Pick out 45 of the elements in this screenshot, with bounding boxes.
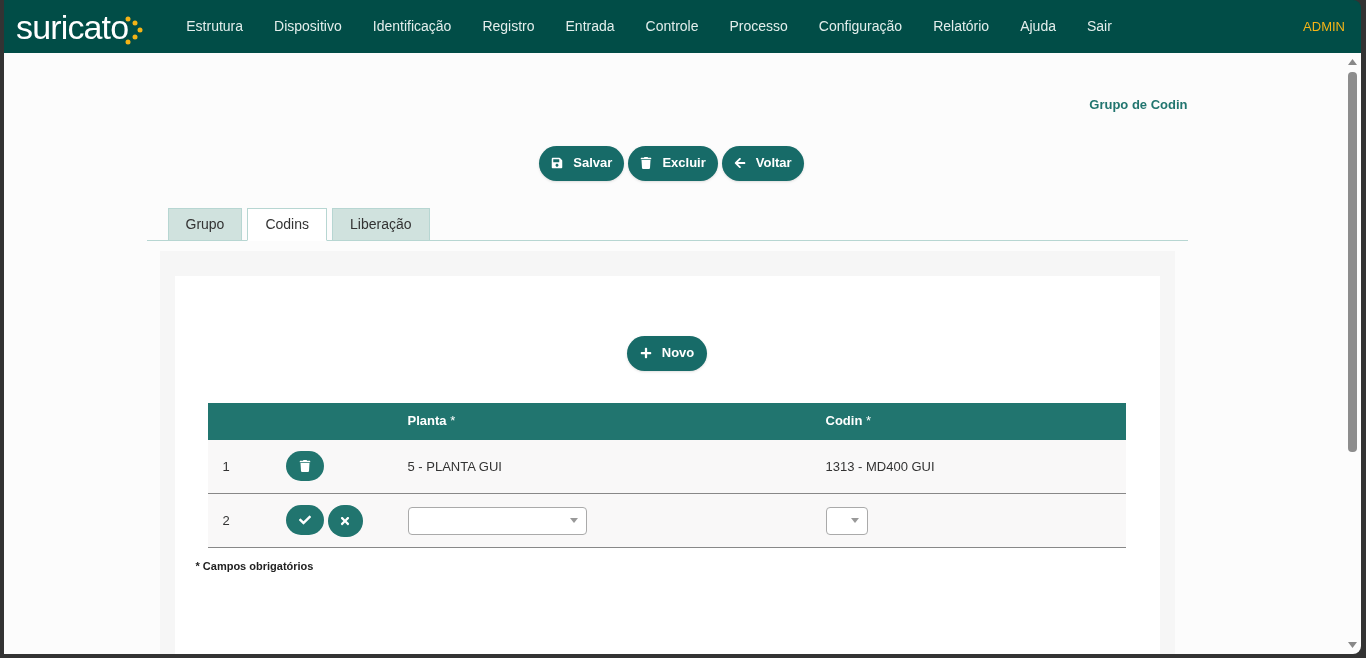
nav-link[interactable]: Configuração (818, 16, 903, 37)
tab[interactable]: Codins (247, 207, 327, 241)
nav-link[interactable]: Registro (482, 16, 535, 37)
dropdown-field[interactable] (825, 506, 868, 535)
back-button[interactable]: Voltar (721, 145, 804, 181)
scroll-thumb[interactable] (1348, 72, 1357, 452)
arrow-left-icon (733, 157, 746, 169)
scroll-up-icon[interactable] (1348, 59, 1357, 65)
cancel-button[interactable] (327, 504, 363, 537)
column-header: Planta * (407, 402, 826, 440)
required-note: * Campos obrigatórios (195, 559, 315, 574)
dropdown-field[interactable] (407, 506, 587, 535)
row-number: 2 (207, 493, 286, 548)
nav-link[interactable]: Controle (645, 16, 699, 37)
tab[interactable]: Grupo (167, 207, 243, 241)
trash-icon (298, 460, 311, 473)
logo-text: suricato (16, 9, 129, 44)
trash-icon (640, 157, 653, 169)
user-name[interactable]: ADMIN (1303, 16, 1345, 37)
check-icon (298, 513, 311, 526)
nav-link[interactable]: Relatório (933, 16, 990, 37)
caret-icon (850, 518, 859, 523)
row-number: 1 (207, 439, 286, 494)
nav-link[interactable]: Sair (1086, 16, 1112, 37)
save-icon (551, 157, 564, 169)
close-icon (339, 514, 351, 527)
scroll-down-icon[interactable] (1348, 642, 1357, 648)
table-cell: 1313 - MD400 GUI (825, 439, 1126, 494)
nav-link[interactable]: Entrada (565, 16, 615, 37)
nav-link[interactable]: Identificação (372, 16, 452, 37)
delete-row-button[interactable] (285, 451, 324, 482)
column-header: Codin * (825, 402, 1126, 440)
save-button[interactable]: Salvar (539, 145, 625, 181)
tab[interactable]: Liberação (332, 207, 430, 241)
caret-icon (569, 518, 578, 523)
delete-button[interactable]: Excluir (628, 145, 718, 181)
nav-link[interactable]: Processo (729, 16, 788, 37)
nav-link[interactable]: Ajuda (1020, 16, 1056, 37)
table-cell: 5 - PLANTA GUI (407, 439, 826, 494)
new-button[interactable]: Novo (626, 335, 708, 371)
page-title: Grupo de Codin (1089, 96, 1188, 114)
confirm-button[interactable] (285, 504, 324, 535)
nav-link[interactable]: Dispositivo (274, 16, 342, 37)
plus-icon (639, 347, 652, 359)
nav-link[interactable]: Estrutura (186, 16, 244, 37)
